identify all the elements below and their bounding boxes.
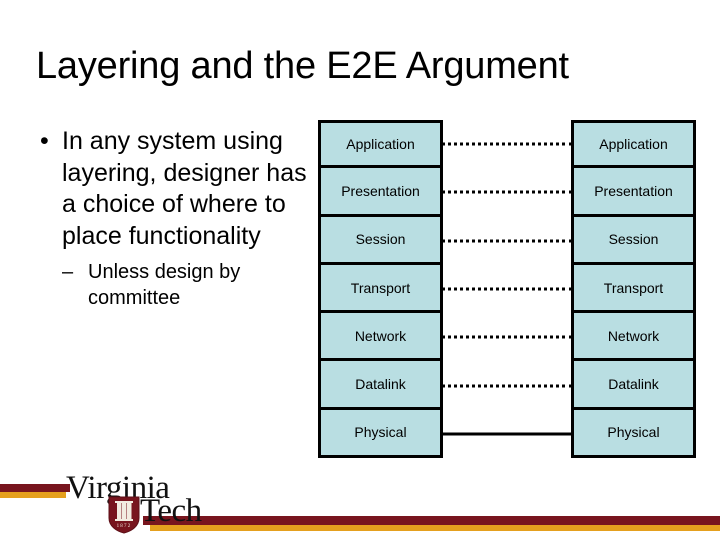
layer-connector-gap	[441, 265, 573, 313]
layer-label: Presentation	[594, 182, 673, 199]
bullet-marker-icon: •	[40, 127, 49, 155]
layer-row: Transport Transport	[318, 264, 696, 314]
layer-connector-gap	[441, 120, 573, 168]
layer-label: Physical	[607, 424, 660, 441]
logo-shield-year: 1872	[117, 524, 132, 529]
page-title: Layering and the E2E Argument	[36, 45, 569, 87]
layer-label: Network	[607, 327, 660, 344]
right-layer-box-application: Application	[571, 120, 696, 169]
right-layer-box-transport: Transport	[571, 264, 696, 314]
list-item-label: Unless design by committee	[88, 261, 241, 309]
list-item: • In any system using layering, designer…	[30, 126, 308, 252]
layer-connector-network	[441, 335, 573, 339]
right-layer-box-physical: Physical	[571, 409, 696, 459]
list-item-label: In any system using layering, designer h…	[62, 127, 307, 250]
layer-connector-gap	[441, 361, 573, 409]
layer-label: Application	[346, 136, 415, 153]
layer-label: Application	[599, 136, 668, 153]
right-layer-box-presentation: Presentation	[571, 168, 696, 217]
vt-shield-icon: 1872	[108, 496, 140, 534]
dash-marker-icon: –	[62, 261, 74, 283]
right-layer-box-network: Network	[571, 313, 696, 362]
logo-word-tech: Tech	[140, 493, 202, 529]
layer-row: Datalink Datalink	[318, 361, 696, 410]
layer-label: Transport	[603, 279, 664, 296]
logo-bar-right-orange	[150, 525, 720, 531]
virginia-tech-logo: Virginia 1872 Tech	[0, 472, 720, 540]
layer-connector-transport	[441, 287, 573, 291]
layer-label: Datalink	[355, 376, 406, 393]
layer-row: Network Network	[318, 313, 696, 362]
bullet-list: • In any system using layering, designer…	[30, 126, 308, 311]
layer-connector-gap	[441, 217, 573, 265]
right-layer-box-datalink: Datalink	[571, 361, 696, 410]
layer-label: Datalink	[608, 376, 659, 393]
layer-connector-presentation	[441, 190, 573, 194]
list-item: – Unless design by committee	[30, 259, 308, 311]
left-layer-box-physical: Physical	[318, 409, 443, 459]
layer-label: Physical	[354, 424, 407, 441]
layer-label: Transport	[350, 279, 411, 296]
layer-connector-physical	[441, 432, 573, 436]
left-layer-box-session: Session	[318, 216, 443, 265]
logo-bar-left-orange	[0, 492, 66, 498]
layer-connector-datalink	[441, 384, 573, 388]
layer-connector-session	[441, 239, 573, 243]
logo-bar-left-maroon	[0, 484, 70, 492]
layer-row: Session Session	[318, 216, 696, 265]
left-layer-box-datalink: Datalink	[318, 361, 443, 410]
left-layer-box-presentation: Presentation	[318, 168, 443, 217]
layer-label: Session	[608, 231, 659, 248]
layer-connector-application	[441, 142, 573, 146]
layer-row: Physical Physical	[318, 409, 696, 459]
layer-label: Session	[355, 231, 406, 248]
right-layer-box-session: Session	[571, 216, 696, 265]
layer-label: Network	[354, 327, 407, 344]
layer-row: Presentation Presentation	[318, 168, 696, 217]
left-layer-box-application: Application	[318, 120, 443, 169]
layer-connector-gap	[441, 168, 573, 216]
layer-label: Presentation	[341, 182, 420, 199]
left-layer-box-transport: Transport	[318, 264, 443, 314]
logo-bar-right-maroon	[143, 516, 720, 525]
left-layer-box-network: Network	[318, 313, 443, 362]
layer-connector-gap	[441, 313, 573, 361]
osi-layer-diagram: Application Application Presentation Pre…	[318, 120, 696, 459]
layer-connector-gap	[441, 410, 573, 458]
layer-row: Application Application	[318, 120, 696, 169]
